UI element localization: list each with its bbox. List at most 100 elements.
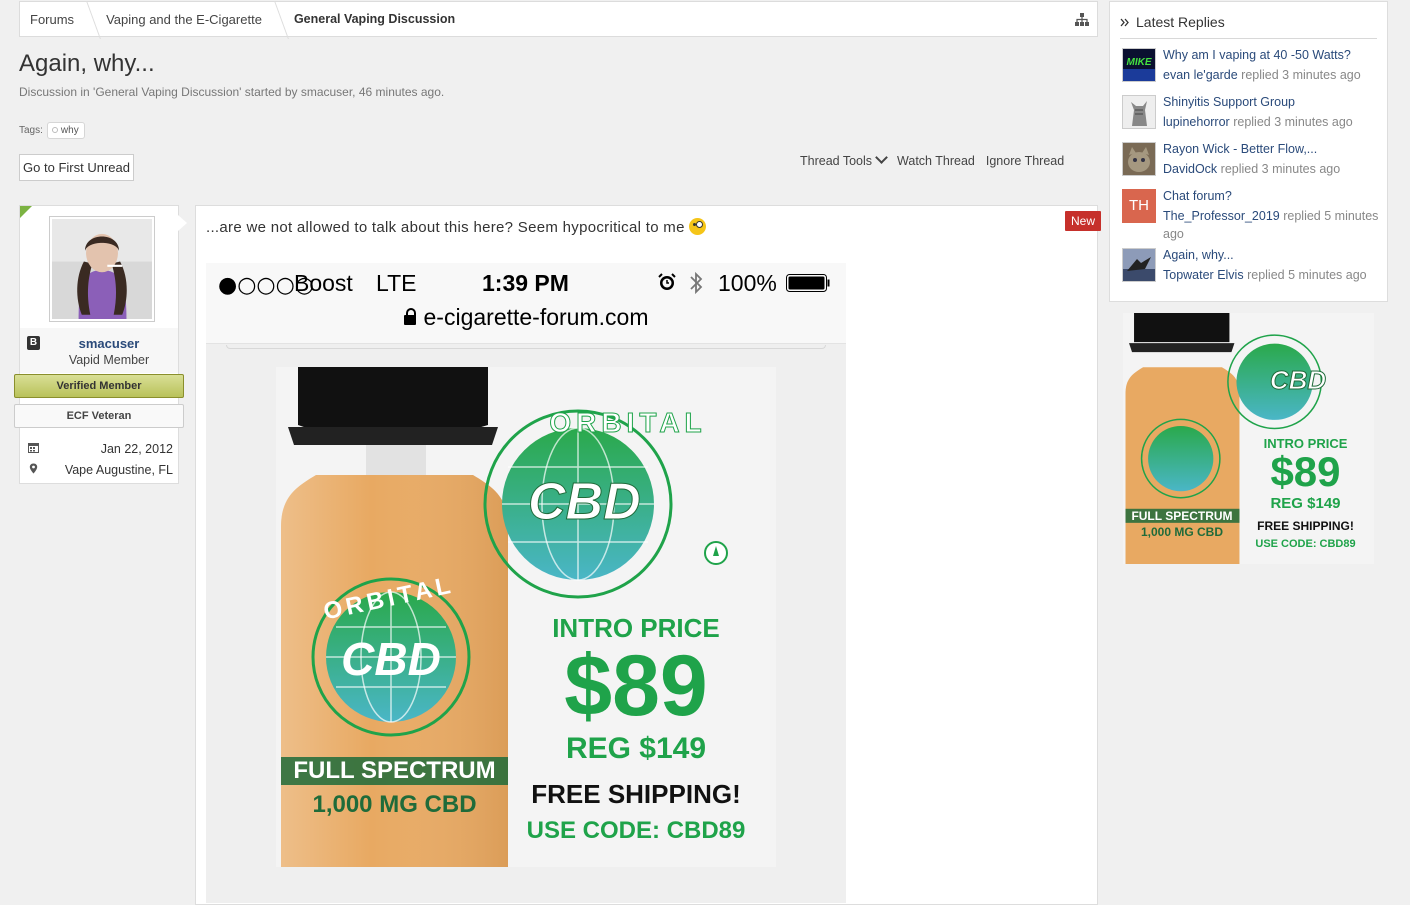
thread-tools-bar: Thread Tools Watch Thread Ignore Thread [800,151,1064,168]
phone-time: 1:39 PM [482,270,569,296]
verified-member-banner: Verified Member [14,374,184,398]
reply-thread-title[interactable]: Chat forum? [1163,189,1232,203]
user-card: B smacuser Vapid Member Verified Member … [14,205,184,484]
ad-side-reg: REG $149 [1270,495,1341,512]
ecf-veteran-banner: ECF Veteran [14,404,184,428]
breadcrumb: Forums Vaping and the E-Cigarette Genera… [19,1,1098,37]
phone-status-bar: ●○○○○ Boost LTE 1:39 PM 100% e-cigarette… [206,263,846,344]
tag-label: why [60,125,79,136]
reply-thread-title[interactable]: Again, why... [1163,248,1234,262]
reply-avatar[interactable] [1122,142,1156,176]
tag-why[interactable]: why [46,122,85,139]
map-marker-icon [29,463,38,474]
tags-label: Tags: [19,125,43,136]
reply-time: replied 3 minutes ago [1220,162,1341,176]
go-to-first-unread-button[interactable]: Go to First Unread [19,154,134,181]
reply-avatar[interactable] [1122,248,1156,282]
user-card-pointer [178,215,187,231]
reply-user[interactable]: The_Professor_2019 [1163,209,1280,223]
latest-replies-heading: Latest Replies [1120,14,1225,30]
phone-page-divider [226,345,826,349]
user-title: Vapid Member [68,353,150,367]
post-message: New ...are we not allowed to talk about … [195,205,1101,905]
reply-user[interactable]: DavidOck [1163,162,1217,176]
thread-tools-menu[interactable]: Thread Tools [800,151,888,168]
ad-regular-price: REG $149 [565,732,707,765]
user-avatar-image [52,219,152,319]
reply-thread-title[interactable]: Why am I vaping at 40 -50 Watts? [1163,48,1351,62]
reply-meta: lupinehorror replied 3 minutes ago [1163,113,1383,131]
heading-divider [1120,38,1377,39]
ignore-thread-link[interactable]: Ignore Thread [986,154,1064,168]
battery-icon [786,274,830,292]
sitemap-icon[interactable] [1075,13,1089,26]
ad-side-1000mg: 1,000 MG CBD [1140,525,1224,539]
battery-percent: 100% [718,270,777,296]
joined-date: Jan 22, 2012 [100,442,173,456]
post-text-content: ...are we not allowed to talk about this… [206,219,685,236]
breadcrumb-general-vaping[interactable]: General Vaping Discussion [284,2,469,36]
ad-bottle-brand: CBD [341,633,441,685]
avatar[interactable] [49,216,155,322]
reply-user[interactable]: lupinehorror [1163,115,1230,129]
bluetooth-icon [690,271,703,295]
reply-thread-title[interactable]: Shinyitis Support Group [1163,95,1295,109]
ad-side-price: $89 [1270,448,1341,495]
reply-time: replied 5 minutes ago [1247,268,1367,282]
latest-replies-widget: Latest Replies MIKE Why am I vaping at 4… [1109,1,1388,302]
username[interactable]: smacuser [20,336,198,351]
reply-user[interactable]: Topwater Elvis [1163,268,1244,282]
reply-meta: DavidOck replied 3 minutes ago [1163,160,1383,178]
ad-side-code: USE CODE: CBD89 [1255,538,1356,550]
reply-meta: The_Professor_2019 replied 5 minutes ago [1163,207,1383,243]
ad-side-shipping: FREE SHIPPING! [1257,519,1354,533]
new-badge: New [1064,211,1101,231]
lock-icon [403,308,416,325]
reply-avatar[interactable]: TH [1122,189,1156,223]
page-title: Again, why... [19,50,155,77]
ad-side-full-spectrum: FULL SPECTRUM [1131,509,1233,523]
reply-avatar-text: MIKE [1127,57,1152,68]
chevron-down-icon [875,151,888,164]
joined-date-row: Jan 22, 2012 [28,442,173,456]
network-label: LTE [376,270,417,296]
attached-phone-screenshot[interactable]: ●○○○○ Boost LTE 1:39 PM 100% e-cigarette… [206,263,846,903]
reply-meta: evan le'garde replied 3 minutes ago [1163,66,1383,84]
breadcrumb-vaping-ecig[interactable]: Vaping and the E-Cigarette [96,2,284,36]
ad-side-brand: CBD [1269,365,1327,396]
watch-thread-link[interactable]: Watch Thread [897,154,975,168]
tags: Tags: why [19,122,85,139]
ad-full-spectrum: FULL SPECTRUM [293,757,496,784]
ad-price: $89 [564,638,708,734]
ad-promo-code: USE CODE: CBD89 [526,817,746,844]
reply-time: replied 3 minutes ago [1233,115,1353,129]
online-indicator [20,206,32,218]
eye-roll-emoji-icon [688,218,706,235]
calendar-icon [28,443,39,453]
reply-avatar[interactable] [1122,95,1156,129]
reply-thread-title[interactable]: Rayon Wick - Better Flow,... [1163,142,1317,156]
ad-1000mg: 1,000 MG CBD [312,791,477,818]
tag-icon [51,127,58,134]
ad-free-shipping: FREE SHIPPING! [531,779,741,809]
user-location[interactable]: Vape Augustine, FL [65,463,173,477]
reply-avatar[interactable]: MIKE [1122,48,1156,82]
cbd-ad-main[interactable]: ORBITAL CBD FULL SPECTRUM 1,000 MG CBD O… [276,367,776,867]
post-text: ...are we not allowed to talk about this… [206,218,706,236]
reply-user[interactable]: evan le'garde [1163,68,1238,82]
double-chevron-right-icon [1120,18,1129,26]
reply-time: replied 3 minutes ago [1241,68,1361,82]
phone-url: e-cigarette-forum.com [423,304,649,330]
thread-tools-label: Thread Tools [800,154,873,168]
phone-url-bar: e-cigarette-forum.com [206,304,846,331]
reply-meta: Topwater Elvis replied 5 minutes ago [1163,266,1383,284]
alarm-clock-icon [658,273,676,290]
latest-replies-title: Latest Replies [1136,14,1225,30]
thread-meta: Discussion in 'General Vaping Discussion… [19,85,445,99]
ad-brand: CBD [528,473,642,532]
carrier-label: Boost [294,270,353,296]
breadcrumb-forums[interactable]: Forums [20,2,96,36]
reply-avatar-initials: TH [1129,197,1149,214]
cbd-ad-sidebar[interactable]: CBD INTRO PRICE $89 REG $149 FREE SHIPPI… [1123,313,1374,564]
ad-brand-top: ORBITAL [549,407,707,439]
